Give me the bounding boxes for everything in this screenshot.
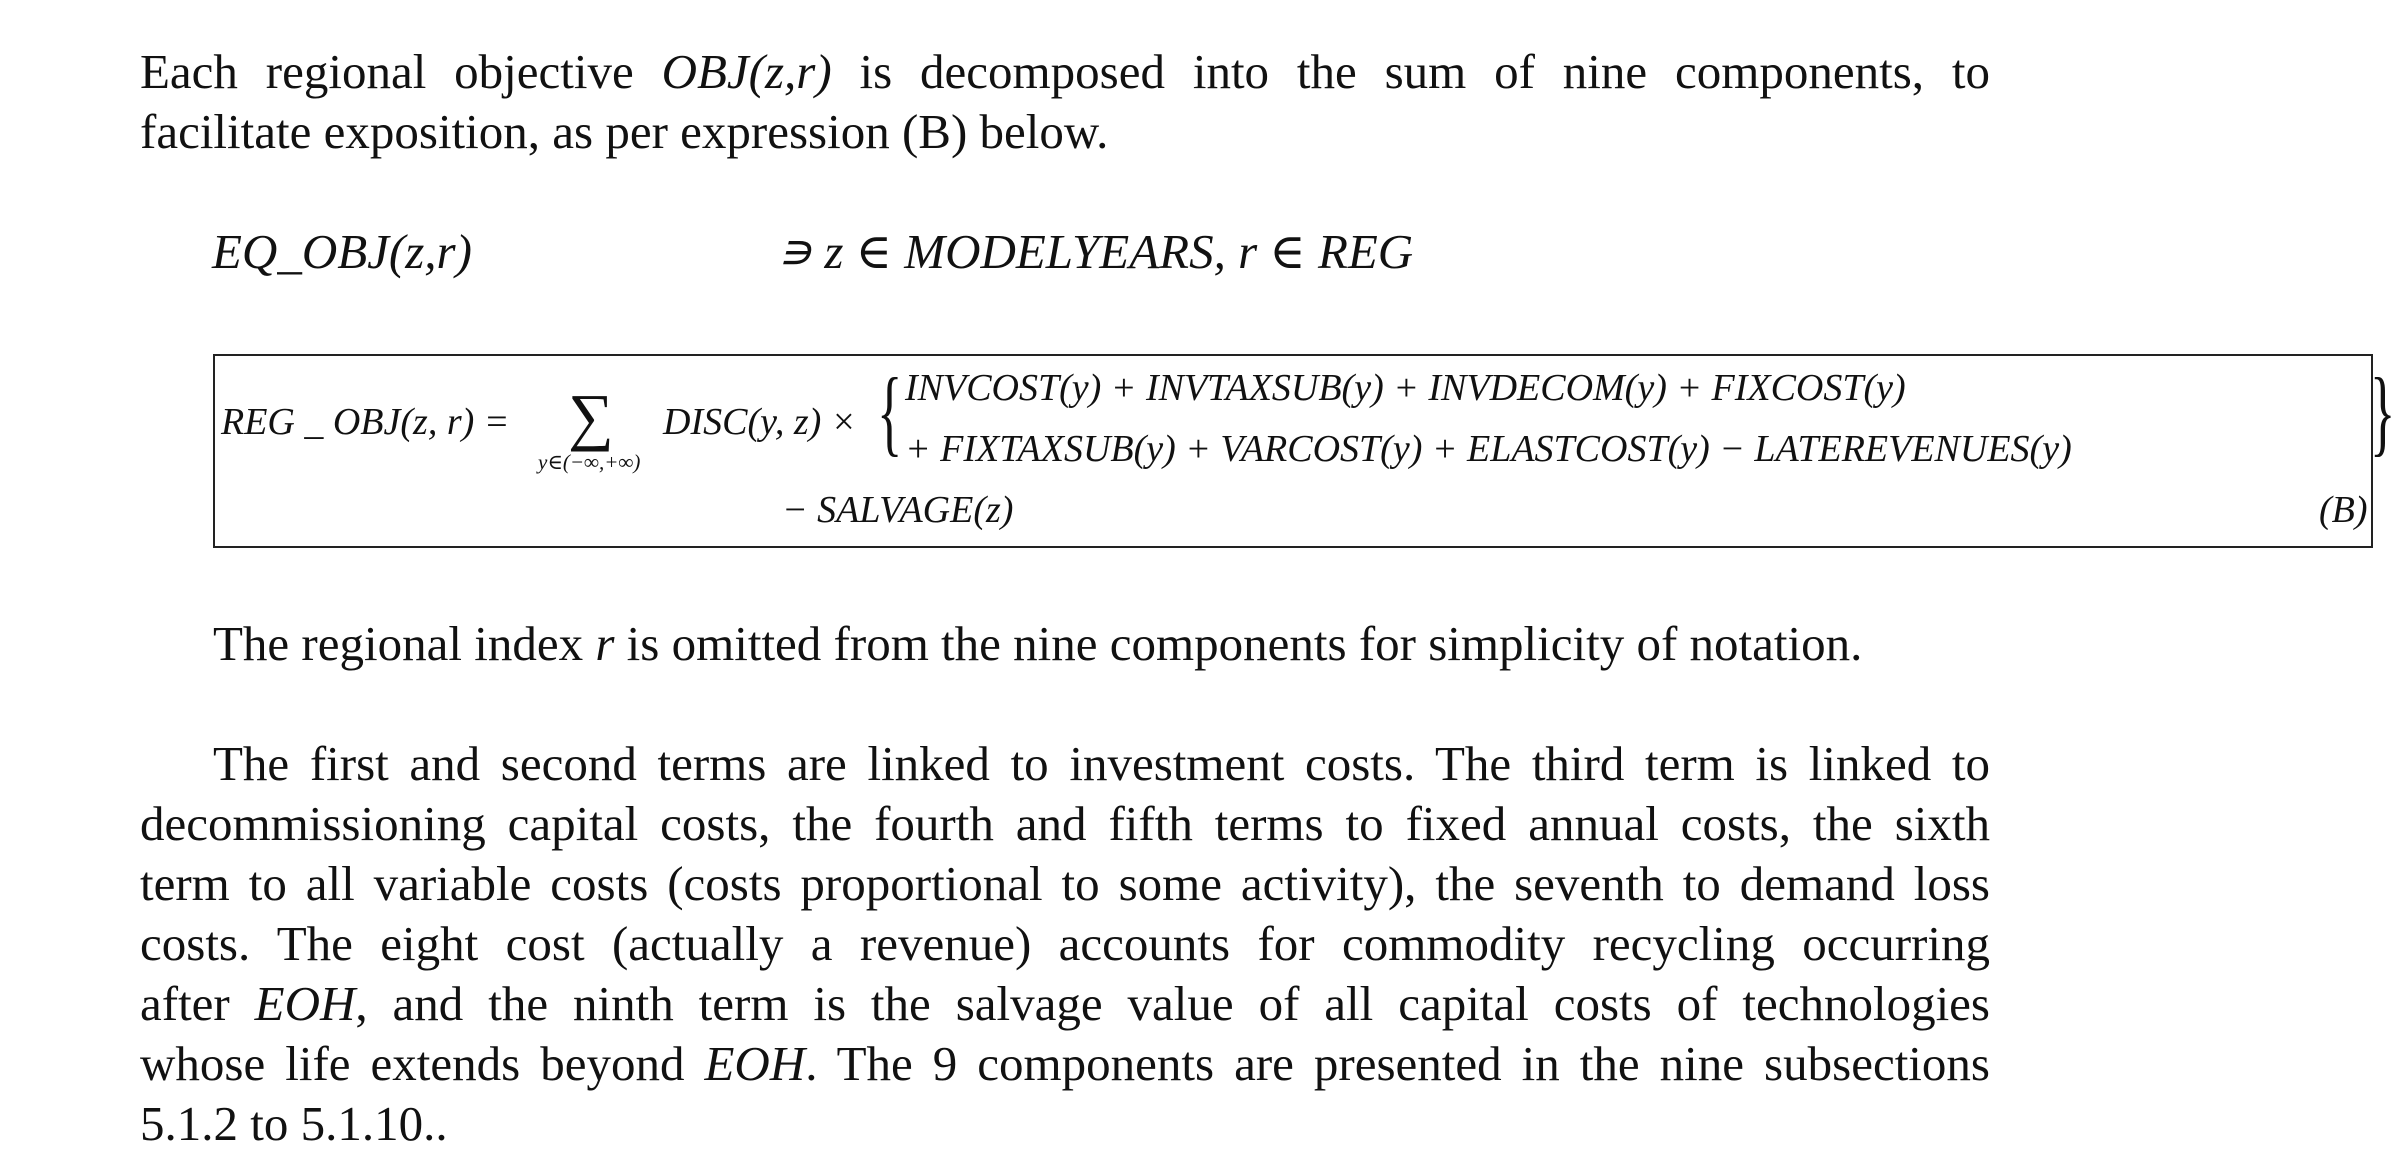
left-brace: { (877, 358, 903, 465)
components-line-3: term to all variable costs (costs propor… (140, 856, 1990, 911)
components-text: whose life extends beyond (140, 1036, 705, 1091)
equation-name: EQ_OBJ(z,r) (212, 224, 472, 279)
formula-row-2: + FIXTAXSUB(y) + VARCOST(y) + ELASTCOST(… (905, 428, 2072, 470)
eoh-term: EOH (704, 1036, 806, 1091)
obj-term: OBJ(z,r) (661, 44, 832, 99)
intro-paragraph: Each regional objective OBJ(z,r) is deco… (140, 42, 1990, 162)
components-line-1: The first and second terms are linked to… (213, 736, 1990, 791)
intro-text: Each regional objective (140, 44, 662, 99)
equation-condition: ∍ z ∈ MODELYEARS, r ∈ REG (777, 224, 1414, 279)
components-line-2: decommissioning capital costs, the fourt… (140, 796, 1990, 851)
components-line-5: after EOH, and the ninth term is the sal… (140, 974, 1990, 1034)
formula-row-3: − SALVAGE(z) (782, 489, 1014, 531)
formula-lhs: REG _ OBJ(z, r) = (221, 401, 510, 443)
region-index: r (595, 616, 615, 671)
components-text: . The 9 components are presented in the … (805, 1036, 1990, 1091)
notation-paragraph: The regional index r is omitted from the… (213, 614, 2013, 674)
formula-row-1: INVCOST(y) + INVTAXSUB(y) + INVDECOM(y) … (905, 367, 1906, 409)
right-brace: } (2370, 358, 2396, 465)
formula-discount: DISC(y, z) × (663, 401, 857, 443)
summation-subscript: y∈(−∞,+∞) (538, 450, 641, 474)
components-text: after (140, 976, 255, 1031)
notation-text: The regional index (213, 616, 596, 671)
components-line-6: whose life extends beyond EOH. The 9 com… (140, 1034, 1990, 1094)
summation-symbol: ∑ (568, 381, 614, 452)
components-line-4: costs. The eight cost (actually a revenu… (140, 916, 1990, 971)
equation-label: (B) (2319, 489, 2368, 531)
components-line-7: 5.1.2 to 5.1.10.. (140, 1096, 448, 1151)
eoh-term: EOH (254, 976, 356, 1031)
intro-line-1: Each regional objective OBJ(z,r) is deco… (140, 42, 1990, 102)
components-text: , and the ninth term is the salvage valu… (355, 976, 1990, 1031)
components-paragraph: The first and second terms are linked to… (140, 734, 1990, 1154)
notation-text: is omitted from the nine components for … (614, 616, 1863, 671)
intro-text: is decomposed into the sum of nine compo… (831, 44, 1990, 99)
formula-box: REG _ OBJ(z, r) = ∑ y∈(−∞,+∞) DISC(y, z)… (213, 354, 2395, 548)
intro-line-2: facilitate exposition, as per expression… (140, 104, 1109, 159)
